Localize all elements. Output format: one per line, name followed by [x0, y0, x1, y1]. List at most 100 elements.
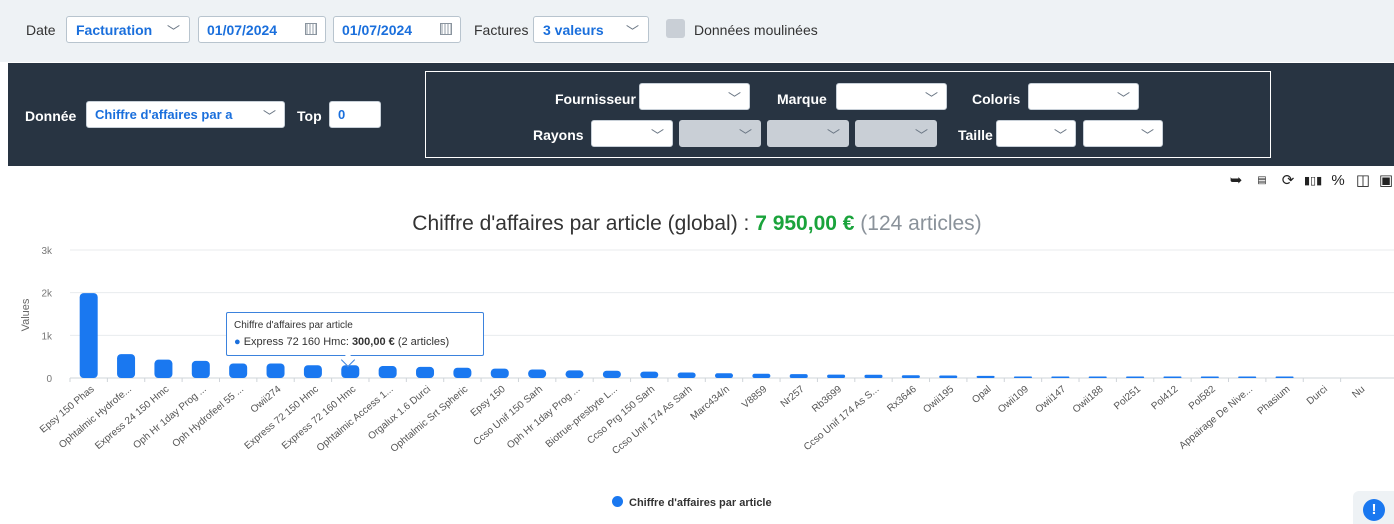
calendar-icon[interactable] [305, 23, 317, 35]
taille-select-1[interactable]: ﹀ [996, 120, 1076, 147]
bar-chart-icon[interactable]: ▮▯▮ [1304, 173, 1322, 189]
date-start-input[interactable]: 01/07/2024 [198, 16, 326, 43]
taille-label: Taille [958, 127, 993, 143]
chart-bar[interactable] [154, 359, 173, 378]
tooltip-label: Express 72 160 Hmc: [243, 336, 352, 348]
chart-bar[interactable] [1163, 376, 1182, 379]
fournisseur-label: Fournisseur [555, 91, 636, 107]
chart-bar[interactable] [229, 363, 248, 378]
date-start-value: 01/07/2024 [207, 22, 278, 38]
fournisseur-select[interactable]: ﹀ [639, 83, 750, 110]
chart-bar[interactable] [976, 375, 995, 378]
chart-bar[interactable] [677, 372, 696, 378]
rayons-select-3: ﹀ [767, 120, 849, 147]
date-type-select[interactable]: Facturation ﹀ [66, 16, 190, 43]
moulinees-checkbox[interactable] [666, 19, 685, 38]
chart-bar[interactable] [416, 366, 435, 378]
chart-bar[interactable] [490, 368, 509, 378]
chart-tooltip: Chiffre d'affaires par article ● Express… [226, 312, 484, 356]
chevron-down-icon: ﹀ [1053, 128, 1067, 143]
columns-icon[interactable]: ◫ [1354, 173, 1372, 189]
chart-bar[interactable] [901, 375, 920, 378]
chart-bar[interactable] [341, 365, 360, 378]
y-tick-label: 2k [41, 289, 53, 300]
legend-dot-icon [612, 496, 623, 507]
chart-bar[interactable] [79, 293, 98, 378]
coloris-label: Coloris [972, 91, 1021, 107]
chart-bar[interactable] [1275, 376, 1294, 379]
donnee-select[interactable]: Chiffre d'affaires par a ﹀ [86, 101, 285, 128]
chart-bar[interactable] [715, 373, 733, 378]
top-input[interactable]: 0 [329, 101, 381, 128]
help-button[interactable]: ! [1353, 491, 1394, 524]
x-tick-label: Rx3646 [885, 384, 919, 415]
x-tick-label: Opal [970, 384, 993, 406]
x-tick-label: Ccso Prg 150 Sarh [585, 384, 657, 447]
factures-value: 3 valeurs [543, 22, 604, 38]
chart-bar[interactable] [602, 370, 621, 378]
chevron-down-icon: ﹀ [924, 91, 938, 106]
y-tick-label: 1k [41, 331, 53, 342]
chart-bar[interactable] [1088, 376, 1107, 379]
chart-bar[interactable] [191, 360, 210, 378]
marque-select[interactable]: ﹀ [836, 83, 947, 110]
rayons-label: Rayons [533, 127, 584, 143]
chart-bar[interactable] [640, 371, 659, 378]
x-tick-label: Owii188 [1071, 384, 1106, 416]
chart-bar[interactable] [789, 374, 808, 378]
chart-count: (124 articles) [860, 212, 982, 235]
chevron-down-icon: ﹀ [650, 128, 664, 143]
coloris-select[interactable]: ﹀ [1028, 83, 1139, 110]
chevron-down-icon: ﹀ [727, 91, 741, 106]
export-icon[interactable]: ➥ [1227, 173, 1245, 189]
tooltip-extra: (2 articles) [397, 336, 450, 348]
chart-bar[interactable] [117, 354, 136, 378]
chart-bar[interactable] [1126, 376, 1145, 379]
x-tick-label: Pol412 [1149, 384, 1180, 413]
chart-bar[interactable] [453, 367, 472, 378]
percent-icon[interactable]: % [1329, 173, 1347, 189]
chart-bar[interactable] [565, 370, 584, 378]
chart-bar[interactable] [378, 366, 397, 378]
rayons-select-4: ﹀ [855, 120, 937, 147]
rayons-select-1[interactable]: ﹀ [591, 120, 673, 147]
tooltip-dot-icon: ● [234, 336, 241, 348]
x-tick-label: Owii274 [249, 384, 284, 416]
x-tick-label: Biotrue-presbyte L... [544, 384, 620, 450]
date-label: Date [26, 22, 56, 38]
csv-icon[interactable]: ▤ [1253, 173, 1271, 189]
x-tick-label: Phasium [1256, 384, 1293, 417]
x-tick-label: Rb3699 [810, 384, 844, 415]
chart-bar[interactable] [1051, 376, 1070, 379]
chart-bar[interactable] [1200, 376, 1219, 379]
x-tick-label: Owii147 [1034, 384, 1069, 416]
factures-select[interactable]: 3 valeurs ﹀ [533, 16, 649, 43]
x-tick-label: Marc434/n [689, 384, 732, 423]
chart-bar[interactable] [266, 363, 285, 378]
chevron-down-icon: ﹀ [1116, 91, 1130, 106]
chart-legend[interactable]: Chiffre d'affaires par article [612, 496, 772, 509]
factures-label: Factures [474, 22, 529, 38]
chevron-down-icon: ﹀ [826, 128, 840, 143]
chart-bar[interactable] [827, 374, 846, 378]
chart-bar[interactable] [1238, 376, 1257, 379]
tooltip-row: ● Express 72 160 Hmc: 300,00 € (2 articl… [234, 336, 476, 348]
calendar-icon[interactable] [440, 23, 452, 35]
chart-bar[interactable] [528, 369, 547, 378]
date-end-input[interactable]: 01/07/2024 [333, 16, 461, 43]
chart-bar[interactable] [1013, 376, 1032, 379]
chart-bar[interactable] [939, 375, 958, 378]
save-icon[interactable]: ▣ [1377, 173, 1394, 189]
donnee-value: Chiffre d'affaires par a [95, 107, 233, 122]
tooltip-title: Chiffre d'affaires par article [234, 320, 353, 331]
chart-bar[interactable] [303, 365, 322, 378]
marque-label: Marque [777, 91, 827, 107]
x-tick-label: Ccso Unif 150 Sarh [472, 384, 546, 448]
taille-select-2[interactable]: ﹀ [1083, 120, 1163, 147]
chart-bar[interactable] [752, 373, 771, 378]
refresh-icon[interactable]: ⟳ [1279, 173, 1297, 189]
x-tick-label: Nr257 [779, 384, 807, 410]
y-axis-label: Values [20, 298, 32, 331]
chevron-down-icon: ﹀ [914, 128, 928, 143]
chart-bar[interactable] [864, 374, 883, 378]
